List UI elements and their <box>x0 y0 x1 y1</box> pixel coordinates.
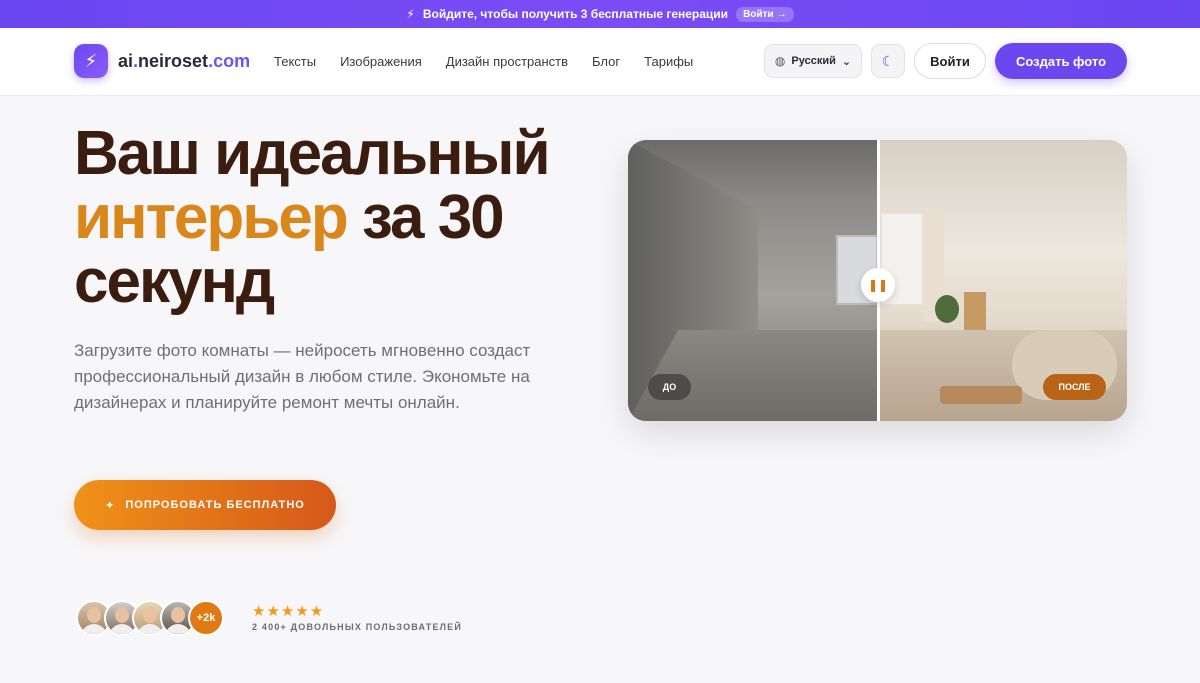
users-count: 2 400+ ДОВОЛЬНЫХ ПОЛЬЗОВАТЕЛЕЙ <box>252 622 463 632</box>
user-avatars: +2k <box>76 600 224 636</box>
nav-blog[interactable]: Блог <box>592 54 620 69</box>
arrow-right-icon: → <box>776 8 787 20</box>
nav-images[interactable]: Изображения <box>340 54 422 69</box>
banner-login-button[interactable]: Войти → <box>736 6 794 22</box>
theme-toggle-moon-icon[interactable]: ☾ <box>871 44 905 78</box>
hero-subtitle: Загрузите фото комнаты — нейросеть мгнов… <box>74 341 531 412</box>
sparkle-icon: ✦ <box>105 499 116 512</box>
before-label: ДО <box>648 374 691 400</box>
language-select[interactable]: ◍ Русский ⌄ <box>764 44 862 78</box>
promo-banner: ⚡ Войдите, чтобы получить 3 бесплатные г… <box>0 0 1200 28</box>
create-photo-button[interactable]: Создать фото <box>995 43 1127 79</box>
nav-space-design[interactable]: Дизайн пространств <box>446 54 568 69</box>
hero-title: Ваш идеальный интерьер за 30 секунд <box>74 119 551 316</box>
site-header: ⚡ ai.neiroset.com Тексты Изображения Диз… <box>0 28 1200 96</box>
nav-texts[interactable]: Тексты <box>274 54 316 69</box>
more-users-badge: +2k <box>188 600 224 636</box>
chevron-down-icon: ⌄ <box>841 55 852 68</box>
nav-pricing[interactable]: Тарифы <box>644 54 693 69</box>
main-nav: Тексты Изображения Дизайн пространств Бл… <box>274 54 693 69</box>
try-free-button[interactable]: ✦ ПОПРОБОВАТЬ БЕСПЛАТНО <box>74 480 336 530</box>
login-button[interactable]: Войти <box>914 43 986 79</box>
banner-text: Войдите, чтобы получить 3 бесплатные ген… <box>422 7 729 21</box>
after-label: ПОСЛЕ <box>1043 374 1106 400</box>
rating-stars-icon: ★★★★★ <box>252 603 325 620</box>
globe-icon: ◍ <box>774 54 786 68</box>
logo-icon[interactable]: ⚡ <box>74 44 108 78</box>
lightning-icon: ⚡ <box>406 7 415 21</box>
logo-text[interactable]: ai.neiroset.com <box>118 51 250 72</box>
before-after-comparison[interactable]: ❚❚ ДО ПОСЛЕ <box>628 140 1127 421</box>
pause-icon[interactable]: ❚❚ <box>861 268 895 302</box>
